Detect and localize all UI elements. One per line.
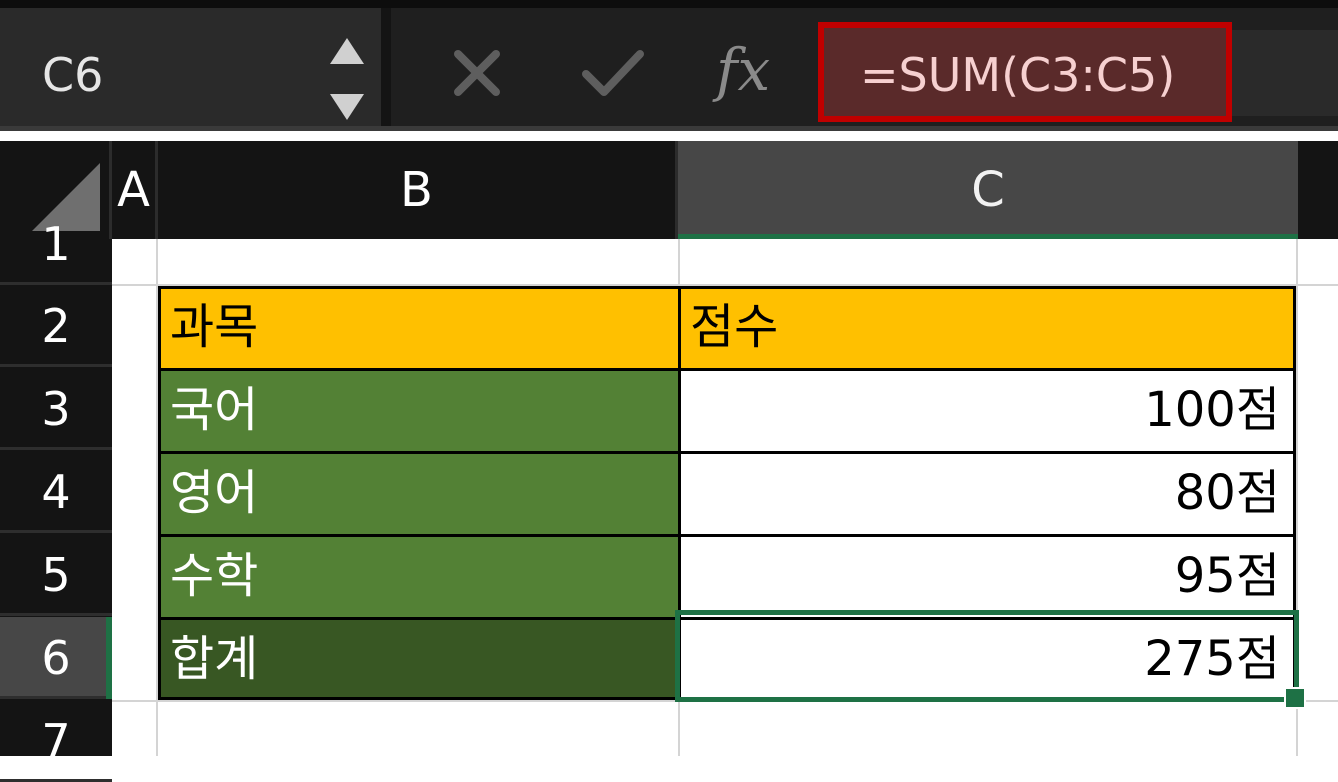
cell-b5[interactable]: 수학 <box>158 535 680 618</box>
column-header-a[interactable]: A <box>112 141 158 239</box>
formula-input[interactable]: =SUM(C3:C5) <box>818 22 1232 122</box>
column-header-d[interactable] <box>1298 141 1338 239</box>
cell-b3[interactable]: 국어 <box>158 369 680 452</box>
row-header-bar: 1 2 3 4 5 6 7 <box>0 217 112 782</box>
row-header-6[interactable]: 6 <box>0 617 112 699</box>
cell-b4[interactable]: 영어 <box>158 452 680 535</box>
name-box-down-arrow-icon[interactable] <box>330 94 364 120</box>
cell-b2[interactable]: 과목 <box>158 286 680 369</box>
name-box-value[interactable]: C6 <box>42 50 103 100</box>
row-header-2[interactable]: 2 <box>0 285 112 367</box>
row-header-6-label: 6 <box>41 631 71 685</box>
formula-bar: C6 fx =SUM(C3:C5) <box>0 0 1338 131</box>
worksheet-grid[interactable]: 과목 점수 국어 100점 영어 80점 수학 95점 합계 275점 <box>112 239 1338 756</box>
table-row-divider <box>158 534 1296 537</box>
fx-icon[interactable]: fx <box>716 30 770 110</box>
cell-c2[interactable]: 점수 <box>678 286 1296 369</box>
name-box[interactable]: C6 <box>0 8 381 126</box>
row-header-4[interactable]: 4 <box>0 451 112 533</box>
toolbar-spacer <box>0 131 1338 141</box>
formula-text[interactable]: =SUM(C3:C5) <box>860 50 1175 100</box>
name-box-divider <box>381 8 391 126</box>
table-row-divider <box>158 368 1296 371</box>
cell-b6[interactable]: 합계 <box>158 618 680 700</box>
formula-input-extension[interactable] <box>1232 30 1338 116</box>
cell-c3[interactable]: 100점 <box>678 369 1296 452</box>
table-row-divider <box>158 451 1296 454</box>
row-header-7[interactable]: 7 <box>0 700 112 782</box>
cell-c4[interactable]: 80점 <box>678 452 1296 535</box>
close-icon[interactable] <box>450 46 504 100</box>
row-header-3[interactable]: 3 <box>0 368 112 450</box>
formula-bar-top-border <box>0 0 1338 8</box>
fill-handle[interactable] <box>1284 687 1306 709</box>
row-header-1[interactable]: 1 <box>0 203 112 285</box>
column-header-c[interactable]: C <box>678 141 1298 239</box>
name-box-up-arrow-icon[interactable] <box>330 38 364 64</box>
cell-c5[interactable]: 95점 <box>678 535 1296 618</box>
active-cell-selection <box>675 610 1299 702</box>
column-header-b[interactable]: B <box>158 141 678 239</box>
check-icon[interactable] <box>580 46 646 100</box>
column-header-bar: A B C <box>0 141 1338 239</box>
row-header-5[interactable]: 5 <box>0 534 112 616</box>
